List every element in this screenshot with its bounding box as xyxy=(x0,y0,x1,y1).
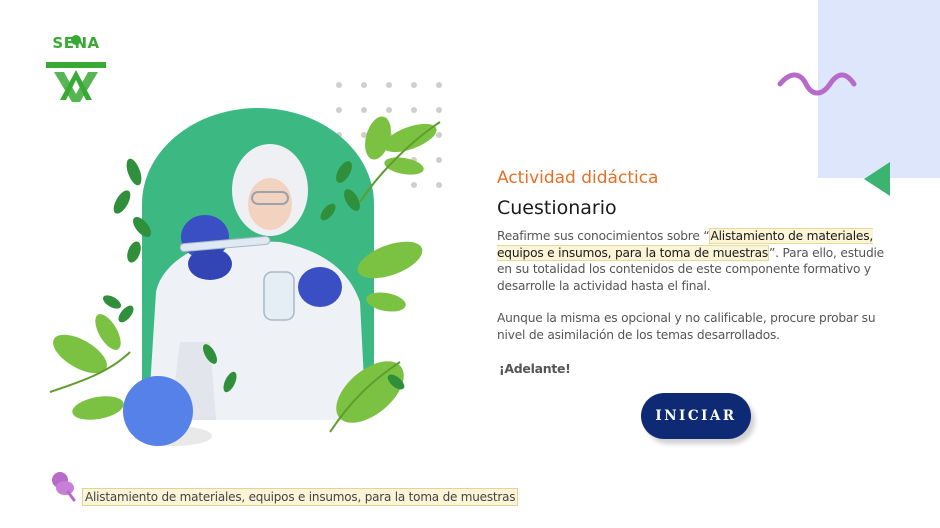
pin-icon xyxy=(52,472,76,502)
activity-title: Cuestionario xyxy=(497,197,617,219)
footer-component-name: Alistamiento de materiales, equipos e in… xyxy=(82,488,519,506)
scientist-illustration xyxy=(49,108,441,433)
blue-circle-decoration xyxy=(123,376,193,446)
activity-content: Actividad didáctica Cuestionario Reafirm… xyxy=(497,166,897,376)
start-button[interactable]: INICIAR xyxy=(641,393,751,439)
activity-intro: Reafirme sus conocimientos sobre “Alista… xyxy=(497,228,897,294)
activity-subtitle: Actividad didáctica xyxy=(497,168,659,188)
cheer-text: ¡Adelante! xyxy=(499,361,571,376)
squiggle-decoration xyxy=(777,72,857,96)
intro-text-before: Reafirme sus conocimientos sobre “ xyxy=(497,229,710,243)
activity-note: Aunque la misma es opcional y no calific… xyxy=(497,311,876,342)
